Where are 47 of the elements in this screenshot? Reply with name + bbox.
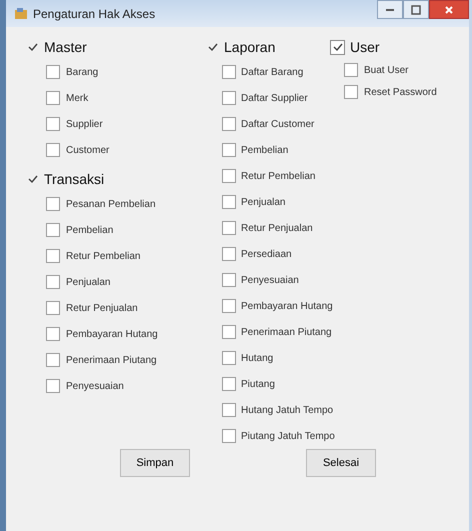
check-icon xyxy=(206,41,218,53)
window-title: Pengaturan Hak Akses xyxy=(33,6,156,20)
permission-checkbox[interactable]: Penerimaan Piutang xyxy=(26,347,157,373)
permission-checkbox[interactable]: Barang xyxy=(26,59,98,85)
done-button[interactable]: Selesai xyxy=(306,449,376,477)
permission-checkbox[interactable]: Retur Pembelian xyxy=(206,163,316,189)
permission-checkbox[interactable]: Daftar Supplier xyxy=(206,85,308,111)
permission-checkbox[interactable]: Penerimaan Piutang xyxy=(206,319,332,345)
permission-checkbox[interactable]: Persediaan xyxy=(206,241,292,267)
permission-checkbox[interactable]: Buat User xyxy=(330,59,408,81)
permission-checkbox[interactable]: Retur Pembelian xyxy=(26,243,140,269)
check-icon xyxy=(332,41,344,53)
close-icon xyxy=(444,4,454,14)
check-icon xyxy=(26,173,38,185)
permission-checkbox[interactable]: Merk xyxy=(26,85,88,111)
group-checkbox[interactable]: Master xyxy=(26,35,87,59)
app-icon xyxy=(14,6,28,20)
permission-checkbox[interactable]: Pembayaran Hutang xyxy=(26,321,158,347)
group-checkbox[interactable]: User xyxy=(330,35,380,59)
maximize-icon xyxy=(411,4,421,14)
permission-checkbox[interactable]: Retur Penjualan xyxy=(26,295,138,321)
maximize-button[interactable] xyxy=(403,0,429,19)
permission-checkbox[interactable]: Supplier xyxy=(26,111,103,137)
permission-checkbox[interactable]: Pembelian xyxy=(206,137,288,163)
permission-checkbox[interactable]: Daftar Barang xyxy=(206,59,304,85)
permission-checkbox[interactable]: Penjualan xyxy=(206,189,286,215)
permission-checkbox[interactable]: Piutang xyxy=(206,371,275,397)
permission-checkbox[interactable]: Pembayaran Hutang xyxy=(206,293,333,319)
permission-checkbox[interactable]: Hutang Jatuh Tempo xyxy=(206,397,334,423)
close-button[interactable] xyxy=(429,0,469,19)
minimize-icon xyxy=(386,8,394,10)
permission-checkbox[interactable]: Penyesuaian xyxy=(26,373,124,399)
permission-checkbox[interactable]: Retur Penjualan xyxy=(206,215,313,241)
permission-checkbox[interactable]: Piutang Jatuh Tempo xyxy=(206,423,335,449)
minimize-button[interactable] xyxy=(377,0,403,19)
check-icon xyxy=(26,41,38,53)
permission-checkbox[interactable]: Hutang xyxy=(206,345,274,371)
permission-checkbox[interactable]: Penjualan xyxy=(26,269,110,295)
permission-checkbox[interactable]: Pembelian xyxy=(26,217,114,243)
permission-checkbox[interactable]: Reset Password xyxy=(330,81,437,103)
save-button[interactable]: Simpan xyxy=(120,449,190,477)
group-checkbox[interactable]: Laporan xyxy=(206,35,276,59)
permission-checkbox[interactable]: Pesanan Pembelian xyxy=(26,191,156,217)
permission-checkbox[interactable]: Customer xyxy=(26,137,110,163)
group-checkbox[interactable]: Transaksi xyxy=(26,167,104,191)
permission-checkbox[interactable]: Penyesuaian xyxy=(206,267,299,293)
permission-checkbox[interactable]: Daftar Customer xyxy=(206,111,314,137)
